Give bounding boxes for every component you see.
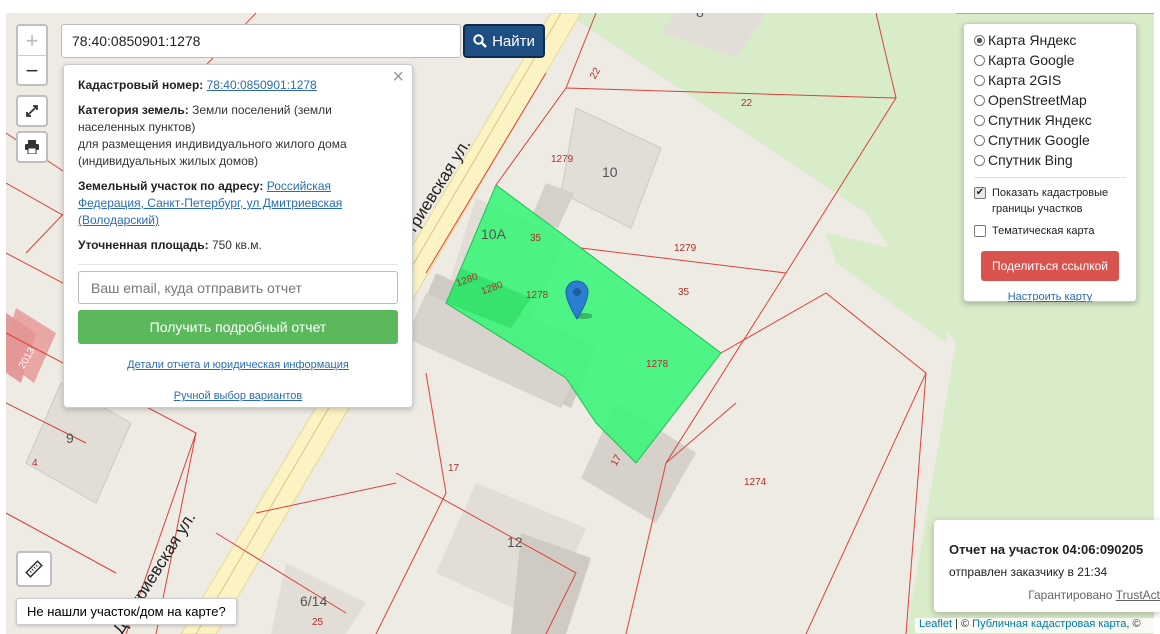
fullscreen-button[interactable]	[16, 95, 48, 127]
building-number: 6/14	[300, 593, 328, 609]
land-use-value: для размещения индивидуального жилого до…	[78, 137, 347, 168]
email-input[interactable]	[78, 271, 398, 304]
layer-option-label: Карта Яндекс	[988, 32, 1077, 48]
thematic-map-checkbox[interactable]: Тематическая карта	[974, 223, 1126, 239]
divider	[78, 264, 398, 265]
layer-option-label: Спутник Google	[988, 132, 1090, 148]
manual-select-link[interactable]: Ручной выбор вариантов	[78, 388, 398, 405]
toast-subtitle: отправлен заказчику в 21:34	[949, 565, 1108, 579]
leaflet-link[interactable]: Leaflet	[919, 618, 952, 630]
layer-option-label: Спутник Bing	[988, 152, 1073, 168]
search-input[interactable]	[61, 24, 461, 58]
search-bar	[61, 24, 461, 58]
divider	[974, 177, 1126, 178]
radio-icon	[974, 154, 985, 166]
parcel-number: 1278	[646, 359, 669, 370]
layer-option-label: OpenStreetMap	[988, 92, 1087, 108]
print-icon	[25, 140, 39, 154]
parcel-number: 4	[32, 458, 38, 469]
ruler-icon	[25, 560, 43, 578]
cadastral-number-row: Кадастровый номер: 78:40:0850901:1278	[78, 77, 398, 94]
building-number: 10	[602, 164, 618, 180]
show-cadastral-label: Показать кадастровые границы участков	[992, 187, 1109, 215]
layer-switcher-panel: Карта Яндекс Карта Google Карта 2GIS Ope…	[963, 23, 1137, 303]
layer-option-2gis-map[interactable]: Карта 2GIS	[974, 70, 1126, 90]
parcel-number: 25	[312, 617, 324, 628]
building-number: 10А	[481, 226, 506, 242]
checkbox-icon	[974, 225, 986, 237]
address-row: Земельный участок по адресу: Российская …	[78, 178, 398, 229]
parcel-number: 35	[530, 233, 542, 244]
toast-guarantee: Гарантировано TrustAct	[949, 588, 1160, 602]
pkk-link[interactable]: Публичная кадастровая карта	[972, 618, 1126, 630]
report-details-link[interactable]: Детали отчета и юридическая информация	[78, 357, 398, 374]
layer-option-label: Карта 2GIS	[988, 72, 1062, 88]
area-label: Уточненная площадь:	[78, 238, 209, 252]
radio-icon	[974, 74, 985, 86]
find-button-label: Найти	[492, 32, 535, 50]
parcel-number: 1279	[674, 243, 697, 254]
parcel-number: 17	[448, 463, 460, 474]
building-number: 12	[507, 534, 523, 550]
layer-option-label: Карта Google	[988, 52, 1075, 68]
cadastral-number-label: Кадастровый номер:	[78, 78, 204, 92]
share-link-button[interactable]: Поделиться ссылкой	[981, 251, 1119, 281]
radio-icon	[974, 54, 985, 66]
address-label: Земельный участок по адресу:	[78, 179, 264, 193]
area-value: 750 кв.м.	[211, 238, 262, 252]
measure-button[interactable]	[16, 551, 52, 587]
parcel-number: 22	[741, 98, 753, 109]
layer-option-google-map[interactable]: Карта Google	[974, 50, 1126, 70]
layer-option-bing-satellite[interactable]: Спутник Bing	[974, 150, 1126, 170]
parcel-number: 1274	[744, 477, 767, 488]
zoom-in-button[interactable]: +	[18, 26, 46, 56]
find-button[interactable]: Найти	[463, 24, 545, 58]
layer-option-yandex-map[interactable]: Карта Яндекс	[974, 30, 1126, 50]
radio-icon	[974, 134, 985, 146]
close-icon[interactable]: ×	[392, 67, 404, 87]
attribution-tail: , ©	[1126, 618, 1141, 630]
parcel-number: 35	[678, 287, 690, 298]
parcel-info-popup: × Кадастровый номер: 78:40:0850901:1278 …	[63, 64, 413, 408]
map-attribution: Leaflet | © Публичная кадастровая карта,…	[915, 618, 1160, 633]
land-category-row: Категория земель: Земли поселений (земли…	[78, 102, 398, 170]
zoom-out-button[interactable]: −	[18, 56, 46, 85]
get-report-button[interactable]: Получить подробный отчет	[78, 310, 398, 344]
not-found-button[interactable]: Не нашли участок/дом на карте?	[16, 598, 237, 625]
search-icon	[473, 34, 487, 48]
layer-option-yandex-satellite[interactable]: Спутник Яндекс	[974, 110, 1126, 130]
layer-option-google-satellite[interactable]: Спутник Google	[974, 130, 1126, 150]
parcel-number: 1279	[551, 154, 574, 165]
checkbox-checked-icon: ✔	[974, 187, 986, 199]
expand-icon	[26, 105, 38, 117]
radio-selected-icon	[974, 34, 985, 46]
layer-option-osm[interactable]: OpenStreetMap	[974, 90, 1126, 110]
location-marker-icon[interactable]	[564, 278, 592, 320]
parcel-number: 1278	[526, 290, 549, 301]
layer-option-label: Спутник Яндекс	[988, 112, 1092, 128]
zoom-control: + −	[16, 24, 48, 86]
attribution-separator: | ©	[952, 618, 973, 630]
trustact-link[interactable]: TrustAct	[1116, 588, 1160, 602]
radio-icon	[974, 94, 985, 106]
land-category-label: Категория земель:	[78, 103, 189, 117]
toast-guarantee-label: Гарантировано	[1028, 588, 1113, 602]
radio-icon	[974, 114, 985, 126]
building-number: 8	[696, 13, 704, 20]
cadastral-number-link[interactable]: 78:40:0850901:1278	[207, 78, 317, 92]
building-number: 9	[66, 430, 74, 446]
area-row: Уточненная площадь: 750 кв.м.	[78, 237, 398, 254]
show-cadastral-checkbox[interactable]: ✔ Показать кадастровые границы участков	[974, 185, 1126, 217]
report-toast: Отчет на участок 04:06:090205 отправлен …	[934, 520, 1160, 612]
setup-map-link[interactable]: Настроить карту	[974, 291, 1126, 303]
print-button[interactable]	[16, 131, 48, 163]
thematic-map-label: Тематическая карта	[992, 225, 1095, 237]
toast-title: Отчет на участок 04:06:090205	[949, 542, 1144, 557]
